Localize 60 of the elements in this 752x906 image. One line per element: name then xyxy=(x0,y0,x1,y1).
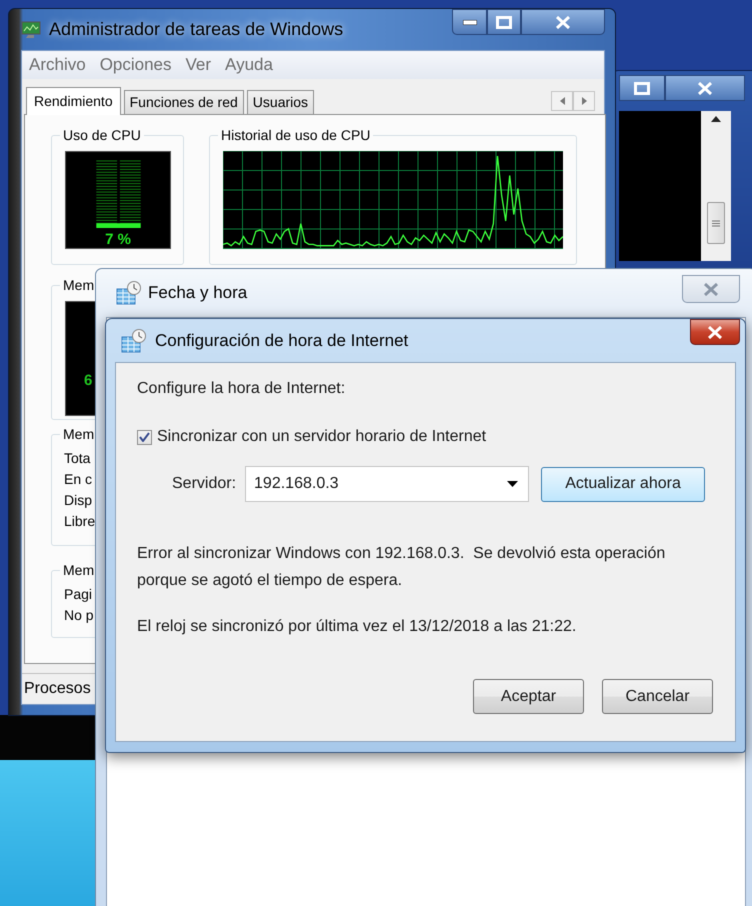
dialog-button[interactable]: Cancelar xyxy=(602,679,713,714)
window-title: Fecha y hora xyxy=(148,283,248,303)
group-title: Mem xyxy=(60,562,98,578)
maximize-button[interactable] xyxy=(619,75,665,101)
tab[interactable]: Rendimiento xyxy=(26,87,121,115)
close-icon xyxy=(556,16,570,28)
scroll-up-icon[interactable] xyxy=(711,116,721,122)
stat-label: Pagi xyxy=(64,586,92,602)
minimize-button[interactable] xyxy=(452,9,487,35)
scroll-thumb[interactable] xyxy=(707,202,725,244)
close-button[interactable] xyxy=(665,75,745,101)
sync-checkbox[interactable] xyxy=(137,430,152,444)
last-sync-text: El reloj se sincronizó por última vez el 13/12/2018 a las 21:22. xyxy=(137,618,578,636)
maximize-icon xyxy=(496,16,512,28)
scroll-right-button[interactable] xyxy=(573,90,595,110)
cpu-reading: 7 % xyxy=(105,231,131,248)
grip-icon xyxy=(712,220,720,226)
menu-item[interactable]: Ayuda xyxy=(225,55,273,75)
tab[interactable]: Usuarios xyxy=(246,90,314,114)
group-title: Mem xyxy=(60,277,98,293)
status-text: Procesos xyxy=(23,680,91,698)
calendar-clock-icon xyxy=(121,328,147,352)
window-title: Administrador de tareas de Windows xyxy=(49,19,344,40)
close-icon xyxy=(698,82,712,94)
field-label: Servidor: xyxy=(172,475,236,493)
section-heading: Configure la hora de Internet: xyxy=(137,380,346,398)
stat-label: Libre xyxy=(64,513,96,529)
close-button[interactable] xyxy=(521,9,605,35)
calendar-clock-icon xyxy=(116,281,142,305)
stat-label: No p xyxy=(64,607,94,623)
left-arrow-icon xyxy=(560,96,564,104)
menu-item[interactable]: Opciones xyxy=(100,55,172,75)
right-arrow-icon xyxy=(582,96,586,104)
update-now-button[interactable]: Actualizar ahora xyxy=(541,466,706,502)
group-title: Historial de uso de CPU xyxy=(218,127,374,143)
menu-item[interactable]: Ver xyxy=(186,55,212,75)
monitor-icon xyxy=(21,20,41,38)
tab[interactable]: Funciones de red xyxy=(124,90,244,114)
maximize-button[interactable] xyxy=(487,9,521,35)
checkbox-label: Sincronizar con un servidor horario de Internet xyxy=(157,428,486,446)
server-dropdown[interactable]: 192.168.0.3 xyxy=(245,466,530,502)
dropdown-caret-icon xyxy=(507,481,518,487)
stat-label: Tota xyxy=(64,450,90,466)
error-message: Error al sincronizar Windows con 192.168.0.3. Se devolvió esta operación porque se agotó el tiempo de espera. xyxy=(137,544,666,591)
stat-label: Disp xyxy=(64,492,92,508)
minimize-icon xyxy=(462,20,476,24)
group-title: Uso de CPU xyxy=(60,127,144,143)
close-icon xyxy=(708,326,722,338)
dialog-button[interactable]: Aceptar xyxy=(473,679,584,714)
checkmark-icon xyxy=(139,432,150,442)
close-icon xyxy=(704,282,718,296)
dialog-title: Configuración de hora de Internet xyxy=(155,330,408,350)
maximize-icon xyxy=(634,82,650,94)
stat-label: En c xyxy=(64,471,92,487)
scroll-left-button[interactable] xyxy=(551,90,573,110)
menu-item[interactable]: Archivo xyxy=(29,55,86,75)
close-button[interactable] xyxy=(690,319,740,345)
group-title: Mem xyxy=(60,426,98,442)
memory-reading: 6 xyxy=(84,372,92,391)
scrollbar[interactable] xyxy=(701,111,731,261)
